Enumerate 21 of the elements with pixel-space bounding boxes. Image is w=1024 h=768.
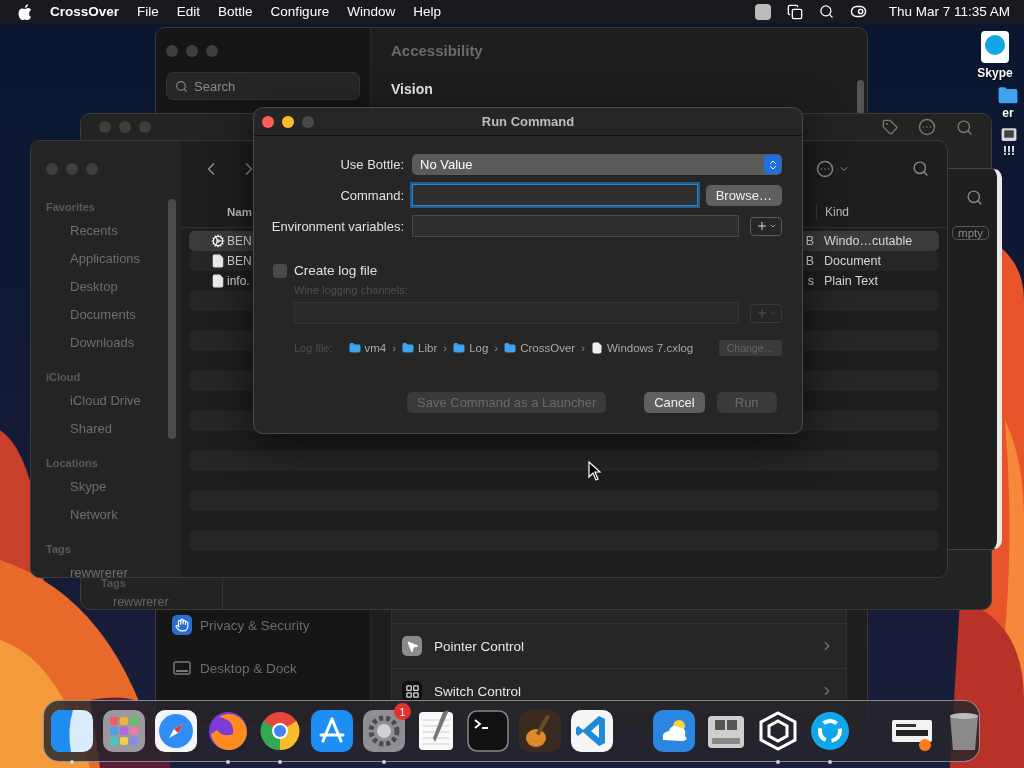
path-separator: › <box>392 342 397 354</box>
search-placeholder: Search <box>194 78 236 94</box>
window-title: Accessibility <box>391 42 484 59</box>
path-separator: › <box>494 342 499 354</box>
field-label: Command: <box>339 187 404 203</box>
path-separator: › <box>443 342 448 354</box>
file-name: info. <box>227 274 250 288</box>
field-label: Environment variables: <box>270 218 404 234</box>
file-name: BEN <box>227 234 252 248</box>
file-kind: Windo…cutable <box>824 234 914 248</box>
dialog-title: Run Command <box>480 114 576 129</box>
file-name: BEN <box>227 254 252 268</box>
section-heading: Vision <box>391 81 434 97</box>
file-size: B <box>804 254 815 268</box>
notification-badge: 1 <box>394 703 411 720</box>
field-label: Use Bottle: <box>339 157 404 172</box>
file-kind: Plain Text <box>824 274 879 288</box>
path-separator: › <box>581 342 585 354</box>
file-size: B <box>804 234 815 248</box>
file-kind: Document <box>824 254 882 268</box>
file-size: s <box>806 274 815 288</box>
